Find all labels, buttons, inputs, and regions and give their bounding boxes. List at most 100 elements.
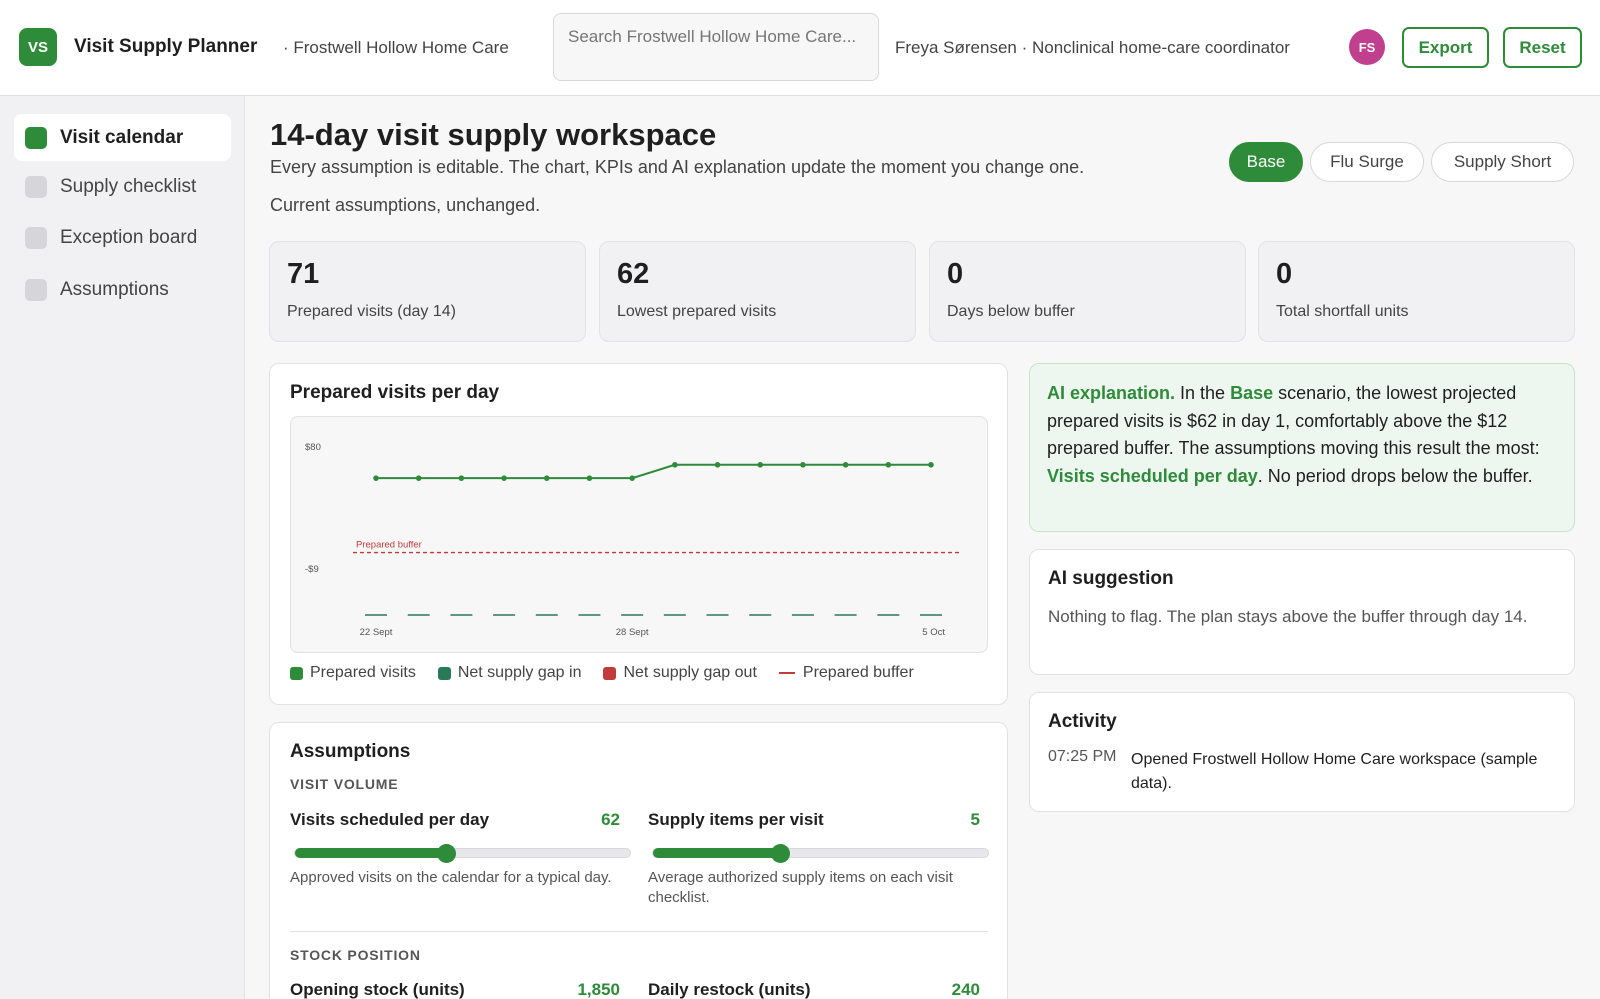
prepared-visits-line	[376, 463, 931, 480]
section-heading: VISIT VOLUME	[290, 776, 399, 792]
kpi-card: 0 Total shortfall units	[1258, 241, 1575, 342]
ai-explanation-label: AI explanation.	[1047, 383, 1176, 403]
y-tick-label: $80	[305, 442, 321, 453]
slider-fill	[653, 848, 781, 858]
prepared-visits-point	[672, 461, 678, 468]
section-heading: STOCK POSITION	[290, 947, 421, 963]
sidebar-item-exception-board[interactable]: Exception board	[14, 214, 231, 261]
ai-explanation-fragment: . No period drops below the buffer.	[1257, 465, 1533, 486]
scenario-base-button[interactable]: Base	[1229, 142, 1303, 182]
slider-label: Daily restock (units)	[648, 980, 811, 999]
kpi-label: Prepared visits (day 14)	[287, 303, 456, 320]
kpi-value: 62	[617, 258, 650, 290]
scenario-supply-short-button[interactable]: Supply Short	[1431, 142, 1574, 182]
activity-card: Activity 07:25 PM Opened Frostwell Hollo…	[1029, 692, 1575, 812]
ai-scenario-name: Base	[1230, 383, 1274, 403]
slider-label: Visits scheduled per day	[290, 810, 490, 829]
nav-square-icon	[25, 126, 47, 149]
prepared-visits-point	[928, 461, 934, 468]
prepared-visits-point	[757, 461, 764, 468]
sidebar-item-assumptions[interactable]: Assumptions	[14, 266, 231, 313]
ai-explanation-text: AI explanation. In the Base scenario, th…	[1047, 380, 1562, 490]
ai-explanation-fragment: In the	[1175, 383, 1231, 403]
legend-item: Prepared buffer	[778, 664, 914, 682]
chart-area: $80 -$9 Prepared buffer 22 Sept 28 Sept 5 Oct	[290, 416, 988, 653]
x-tick-label: 28 Sept	[616, 627, 649, 638]
sidebar-item-label: Supply checklist	[60, 175, 197, 197]
sidebar-item-visit-calendar[interactable]: Visit calendar	[14, 114, 231, 161]
slider-value: 1,850	[577, 980, 620, 999]
divider	[290, 931, 988, 932]
legend-line-icon	[778, 672, 795, 674]
kpi-label: Lowest prepared visits	[617, 303, 777, 320]
legend-swatch-icon	[603, 666, 617, 680]
kpi-label: Days below buffer	[947, 303, 1075, 320]
buffer-label: Prepared buffer	[356, 540, 422, 551]
legend-item: Net supply gap in	[437, 664, 582, 682]
kpi-value: 0	[1276, 258, 1293, 290]
slider-help-text: Average authorized supply items on each …	[648, 869, 953, 906]
organization-name: · Frostwell Hollow Home Care	[283, 38, 509, 57]
status-text: Current assumptions, unchanged.	[270, 195, 541, 215]
nav-square-icon	[25, 226, 47, 249]
legend-item: Prepared visits	[290, 664, 416, 682]
supply-items-slider[interactable]	[652, 844, 989, 863]
search-input[interactable]	[553, 13, 879, 81]
kpi-value: 0	[947, 258, 964, 290]
legend-item: Net supply gap out	[603, 664, 757, 682]
slider-value: 62	[601, 810, 620, 829]
avatar[interactable]: FS	[1349, 29, 1385, 65]
kpi-card: 0 Days below buffer	[929, 241, 1246, 342]
chart-card: Prepared visits per day $80 -$9 Prepared b…	[269, 363, 1008, 705]
ai-suggestion-title: AI suggestion	[1048, 568, 1174, 589]
activity-text: Opened Frostwell Hollow Home Care worksp…	[1131, 751, 1538, 792]
slider-label: Opening stock (units)	[290, 980, 465, 999]
ai-explanation-card: AI explanation. In the Base scenario, th…	[1029, 363, 1575, 532]
prepared-visits-point	[629, 475, 635, 481]
visits-per-day-slider[interactable]	[294, 844, 631, 863]
legend-label: Prepared buffer	[802, 664, 914, 681]
app-logo: VS	[19, 28, 57, 66]
slider-thumb[interactable]	[771, 844, 791, 863]
legend-label: Prepared visits	[310, 664, 416, 681]
legend-swatch-icon	[290, 666, 303, 680]
legend-label: Net supply gap out	[623, 664, 757, 681]
nav-square-icon	[25, 175, 47, 198]
y-tick-label: -$9	[305, 564, 319, 575]
prepared-visits-point	[842, 461, 849, 468]
sidebar-item-label: Exception board	[60, 226, 198, 248]
sidebar: Visit calendar Supply checklist Exceptio…	[0, 96, 245, 999]
activity-title: Activity	[1048, 711, 1117, 732]
sidebar-item-supply-checklist[interactable]: Supply checklist	[14, 163, 231, 210]
chart-title: Prepared visits per day	[290, 382, 500, 403]
assumptions-title: Assumptions	[290, 741, 411, 762]
prepared-visits-point	[373, 475, 379, 481]
scenario-flu-surge-button[interactable]: Flu Surge	[1310, 142, 1424, 182]
slider-label: Supply items per visit	[648, 810, 824, 829]
kpi-value: 71	[287, 258, 320, 290]
prepared-visits-chart: $80 -$9 Prepared buffer 22 Sept 28 Sept 5 Oct	[305, 442, 959, 638]
prepared-visits-point	[415, 475, 422, 481]
prepared-visits-point	[800, 461, 806, 468]
ai-suggestion-card: AI suggestion Nothing to flag. The plan …	[1029, 549, 1575, 675]
kpi-card: 62 Lowest prepared visits	[599, 241, 916, 342]
prepared-visits-point	[501, 475, 507, 481]
slider-help-text: Approved visits on the calendar for a ty…	[290, 869, 612, 886]
sidebar-item-label: Visit calendar	[60, 126, 184, 148]
slider-thumb[interactable]	[436, 844, 456, 863]
reset-button[interactable]: Reset	[1503, 27, 1582, 68]
export-button[interactable]: Export	[1402, 27, 1489, 68]
user-info: Freya Sørensen · Nonclinical home-care c…	[895, 38, 1290, 57]
slider-value: 5	[970, 810, 980, 829]
top-bar: VS Visit Supply Planner · Frostwell Holl…	[0, 0, 1600, 96]
x-tick-label: 22 Sept	[360, 627, 393, 638]
prepared-visits-point	[714, 461, 721, 468]
nav-square-icon	[25, 278, 47, 301]
x-tick-label: 5 Oct	[922, 627, 945, 638]
chart-legend: Prepared visits Net supply gap in Net su…	[290, 664, 936, 682]
kpi-label: Total shortfall units	[1276, 303, 1409, 320]
kpi-card: 71 Prepared visits (day 14)	[269, 241, 586, 342]
prepared-visits-point	[885, 461, 892, 468]
prepared-visits-point	[586, 475, 593, 481]
legend-label: Net supply gap in	[457, 664, 582, 681]
